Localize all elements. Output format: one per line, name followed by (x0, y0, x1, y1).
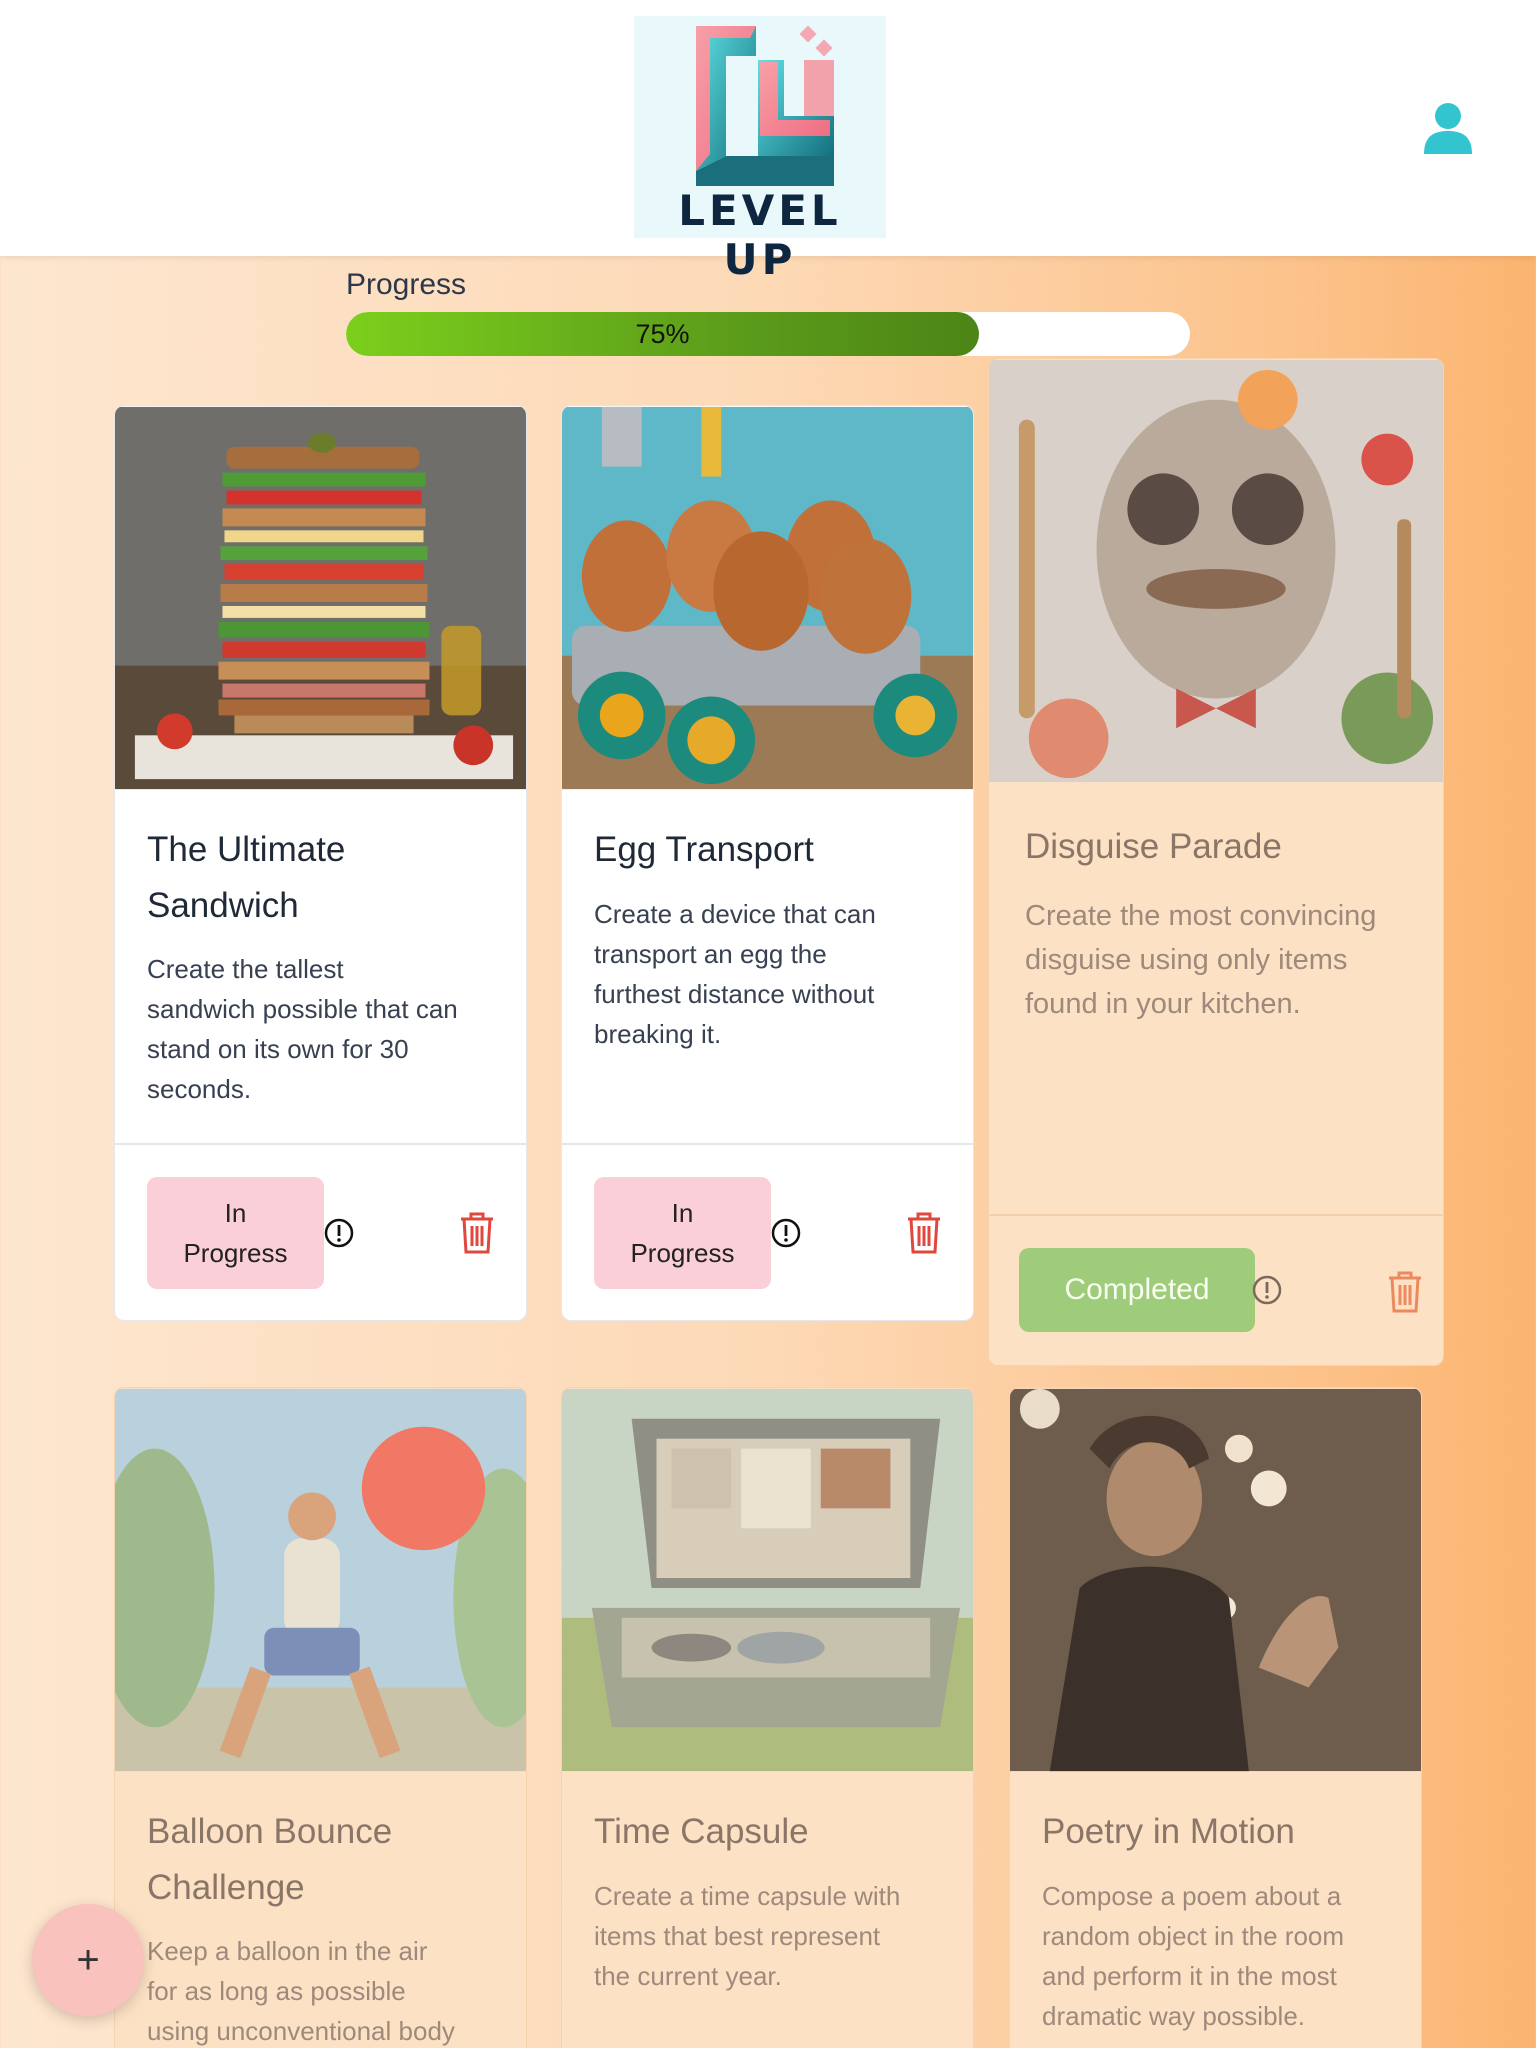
user-icon[interactable] (1420, 100, 1476, 156)
card-footer: In Progress (562, 1143, 973, 1320)
completed-button[interactable]: Completed (1019, 1248, 1255, 1332)
card-title: Balloon Bounce Challenge (147, 1812, 393, 1907)
card-description: Keep a balloon in the air for as long as … (147, 1936, 455, 2046)
challenge-card[interactable]: Balloon Bounce Challenge Keep a balloon i… (114, 1387, 527, 2048)
egg-cart-photo (562, 406, 973, 790)
challenge-card[interactable]: Egg Transport Create a device that can tr… (561, 405, 974, 1321)
info-icon[interactable] (1251, 1274, 1283, 1306)
trash-icon[interactable] (904, 1211, 944, 1255)
card-title: Disguise Parade (1025, 827, 1282, 866)
challenge-card[interactable]: Disguise Parade Create the most convinci… (988, 358, 1444, 1366)
level-up-logo[interactable]: LEVEL UP (634, 16, 886, 284)
time-capsule-photo (562, 1388, 973, 1772)
progress-bar: 75% (346, 312, 1190, 356)
challenge-card[interactable]: Time Capsule Create a time capsule with i… (561, 1387, 974, 2048)
add-challenge-button[interactable]: + (32, 1904, 144, 2016)
trash-icon[interactable] (457, 1211, 497, 1255)
kitchen-face-photo (989, 359, 1443, 783)
progress-value: 75% (635, 319, 690, 349)
card-title: Time Capsule (594, 1812, 809, 1851)
card-title: The Ultimate Sandwich (147, 830, 346, 925)
status-button[interactable]: In Progress (147, 1177, 324, 1289)
balloon-athlete-photo (115, 1388, 526, 1772)
info-icon[interactable] (323, 1217, 355, 1249)
card-footer: In Progress (115, 1143, 526, 1320)
card-title: Poetry in Motion (1042, 1812, 1295, 1851)
trash-icon[interactable] (1385, 1270, 1425, 1314)
tall-sandwich-photo (115, 406, 526, 790)
progress-section: Progress 75% (346, 268, 1190, 356)
status-button[interactable]: In Progress (594, 1177, 771, 1289)
card-title: Egg Transport (594, 830, 814, 869)
card-description: Create the tallest sandwich possible that… (147, 954, 458, 1104)
card-footer: Completed (989, 1214, 1443, 1365)
card-description: Compose a poem about a random object in t… (1042, 1881, 1345, 2031)
app-header: LEVEL UP (0, 0, 1536, 284)
card-description: Create a time capsule with items that bes… (594, 1881, 901, 1991)
logo-icon (696, 25, 834, 186)
card-description: Create a device that can transport an egg… (594, 899, 876, 1049)
card-description: Create the most convincing disguise using… (1025, 900, 1377, 1020)
challenge-card[interactable]: Poetry in Motion Compose a poem about ar… (1009, 1387, 1422, 2048)
info-icon[interactable] (770, 1217, 802, 1249)
challenge-card[interactable]: The Ultimate Sandwich Create the tallest s… (114, 405, 527, 1321)
progress-label: Progress (346, 268, 467, 301)
dramatic-poet-photo (1010, 1388, 1421, 1772)
